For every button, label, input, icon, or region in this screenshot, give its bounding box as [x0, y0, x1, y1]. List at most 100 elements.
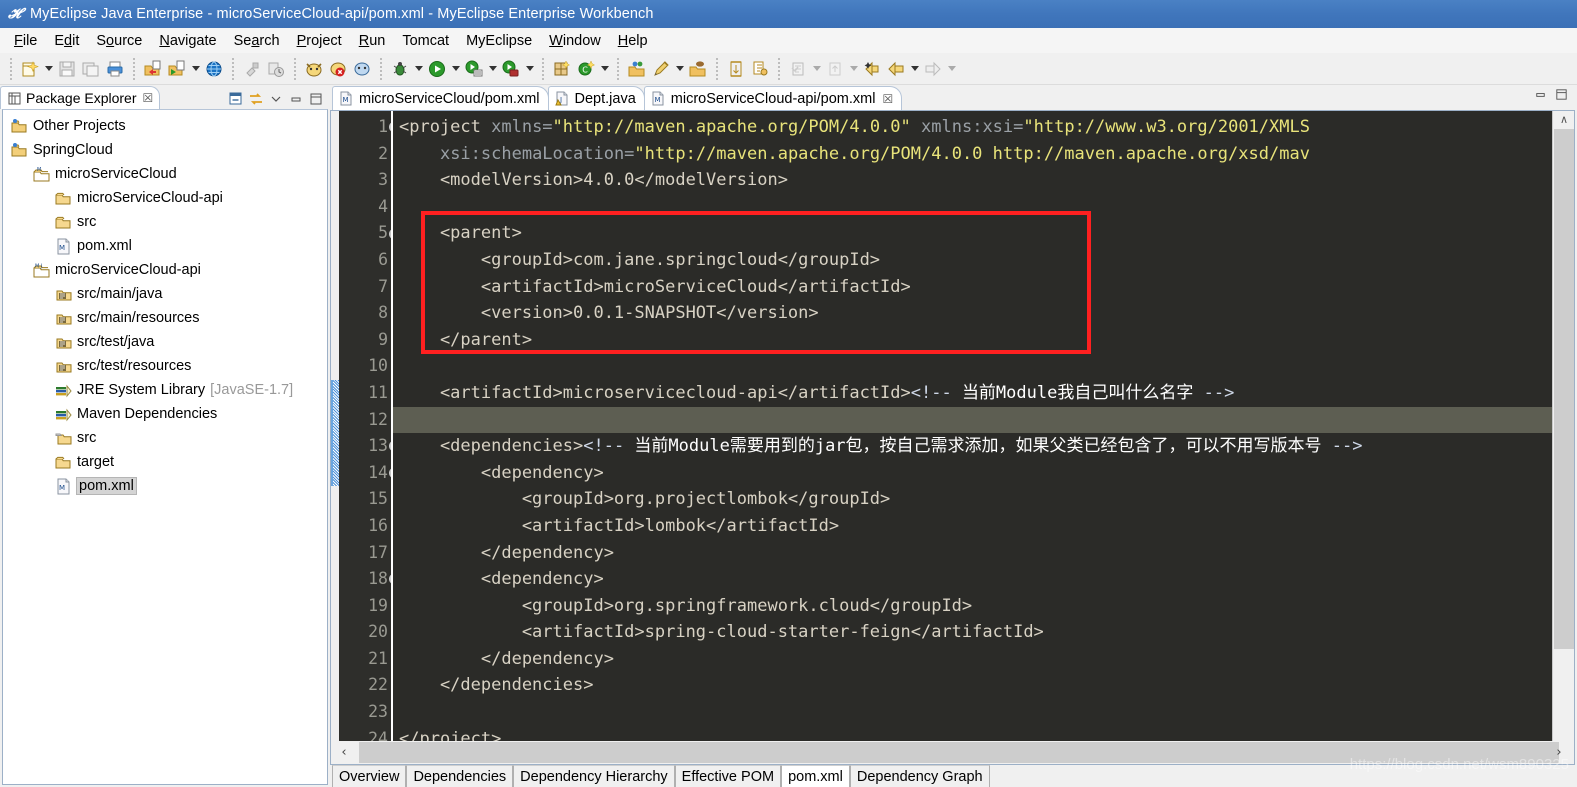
minimize-icon[interactable] — [287, 90, 304, 107]
tree-item-target[interactable]: target — [3, 450, 327, 474]
menu-navigate[interactable]: Navigate — [151, 31, 225, 51]
tab-package-explorer[interactable]: Package Explorer ☒ — [0, 86, 161, 109]
tree-item-src-main-resources[interactable]: src/main/resources — [3, 306, 327, 330]
code-line[interactable]: </project> — [393, 726, 1574, 741]
tree-item-other-projects[interactable]: Other Projects — [3, 114, 327, 138]
forward-history-icon[interactable] — [823, 57, 847, 81]
editor-tab-microservicecloud-api-pom-xml[interactable]: MmicroServiceCloud-api/pom.xml ☒ — [643, 86, 903, 110]
tomcat-restart-icon[interactable] — [350, 57, 374, 81]
menu-bar[interactable]: File Edit Source Navigate Search Project… — [0, 28, 1577, 53]
code-line[interactable]: </dependencies> — [393, 672, 1574, 699]
menu-tomcat[interactable]: Tomcat — [394, 31, 458, 51]
code-line[interactable]: <groupId>org.springframework.cloud</grou… — [393, 593, 1574, 620]
open-type-icon[interactable] — [625, 57, 649, 81]
main-toolbar[interactable]: C — [0, 53, 1577, 85]
close-icon[interactable]: ☒ — [143, 91, 154, 105]
export-dropdown-icon[interactable] — [189, 57, 202, 81]
code-line[interactable]: <dependency> — [393, 460, 1574, 487]
debug-dropdown-icon[interactable] — [412, 57, 425, 81]
coverage-dropdown-icon[interactable] — [523, 57, 536, 81]
pom-tab-dependency-hierarchy[interactable]: Dependency Hierarchy — [513, 765, 675, 787]
coverage-icon[interactable] — [499, 57, 523, 81]
menu-run[interactable]: Run — [351, 31, 395, 51]
code-line[interactable]: </dependency> — [393, 540, 1574, 567]
undo-build-icon[interactable] — [264, 57, 288, 81]
forward-nav-icon[interactable] — [921, 57, 945, 81]
horizontal-scroll-thumb[interactable] — [359, 742, 1559, 763]
tree-item-pom-xml[interactable]: Mpom.xml — [3, 234, 327, 258]
code-line[interactable]: <artifactId>microservicecloud-api</artif… — [393, 380, 1574, 407]
web-browser-icon[interactable] — [202, 57, 226, 81]
scroll-up-icon[interactable]: ∧ — [1553, 111, 1574, 128]
project-tree[interactable]: Other Projects SpringCloud MmicroServiceCl… — [2, 109, 328, 785]
tree-item-src[interactable]: src — [3, 426, 327, 450]
run-dropdown-icon[interactable] — [449, 57, 462, 81]
code-line[interactable] — [393, 194, 1574, 221]
editor-tab-row[interactable]: MmicroServiceCloud/pom.xml J Dept.java Mmic… — [330, 85, 1577, 110]
print-icon[interactable] — [103, 57, 127, 81]
back-nav-icon[interactable] — [884, 57, 908, 81]
maximize-icon[interactable] — [307, 90, 324, 107]
vertical-scroll-thumb[interactable] — [1554, 129, 1574, 649]
tree-item-maven-dependencies[interactable]: Maven Dependencies — [3, 402, 327, 426]
menu-myeclipse[interactable]: MyEclipse — [458, 31, 541, 51]
scroll-right-icon[interactable]: › — [1548, 741, 1570, 764]
next-annotation-icon[interactable] — [724, 57, 748, 81]
pom-editor-tabs[interactable]: Overview Dependencies Dependency Hierarchy… — [330, 765, 1575, 787]
code-line[interactable]: <dependencies><!-- 当前Module需要用到的jar包，按自己… — [393, 433, 1574, 460]
export-run-icon[interactable] — [165, 57, 189, 81]
tree-item-src-test-java[interactable]: src/test/java — [3, 330, 327, 354]
menu-source[interactable]: Source — [88, 31, 151, 51]
menu-project[interactable]: Project — [289, 31, 351, 51]
code-line[interactable]: <parent> — [393, 220, 1574, 247]
tomcat-stop-icon[interactable] — [326, 57, 350, 81]
code-line[interactable]: <version>0.0.1-SNAPSHOT</version> — [393, 300, 1574, 327]
import-icon[interactable] — [141, 57, 165, 81]
editor-minimize-icon[interactable] — [1533, 87, 1548, 107]
pom-tab-pom-xml[interactable]: pom.xml — [781, 765, 850, 787]
collapse-all-icon[interactable] — [227, 90, 244, 107]
code-line[interactable]: <artifactId>spring-cloud-starter-feign</… — [393, 619, 1574, 646]
menu-search[interactable]: Search — [226, 31, 289, 51]
menu-file[interactable]: File — [6, 31, 46, 51]
previous-annotation-icon[interactable] — [748, 57, 772, 81]
code-line[interactable]: <dependency> — [393, 566, 1574, 593]
menu-window[interactable]: Window — [541, 31, 610, 51]
link-with-editor-icon[interactable] — [247, 90, 264, 107]
pom-tab-dependencies[interactable]: Dependencies — [406, 765, 514, 787]
debug-icon[interactable] — [388, 57, 412, 81]
new-java-package-icon[interactable] — [550, 57, 574, 81]
build-icon[interactable] — [240, 57, 264, 81]
code-line[interactable]: <artifactId>microServiceCloud</artifactI… — [393, 274, 1574, 301]
new-class-dropdown-icon[interactable] — [598, 57, 611, 81]
editor-tab-close-icon[interactable]: ☒ — [882, 92, 893, 106]
editor-maximize-icon[interactable] — [1554, 87, 1569, 107]
code-line[interactable]: <modelVersion>4.0.0</modelVersion> — [393, 167, 1574, 194]
last-edit-location-icon[interactable] — [786, 57, 810, 81]
tree-item-jre-system-library[interactable]: JRE System Library [JavaSE-1.7] — [3, 378, 327, 402]
forward-nav-dropdown-icon[interactable] — [945, 57, 958, 81]
code-line[interactable]: <project xmlns="http://maven.apache.org/… — [393, 114, 1574, 141]
new-wizard-icon[interactable] — [18, 57, 42, 81]
pom-tab-overview[interactable]: Overview — [332, 765, 407, 787]
tree-item-microservicecloud-api[interactable]: microServiceCloud-api — [3, 186, 327, 210]
pom-tab-effective-pom[interactable]: Effective POM — [674, 765, 782, 787]
code-line[interactable]: <groupId>org.projectlombok</groupId> — [393, 486, 1574, 513]
tree-item-src[interactable]: src — [3, 210, 327, 234]
open-resource-icon[interactable] — [686, 57, 710, 81]
vertical-scrollbar[interactable]: ∧ — [1552, 111, 1574, 741]
tomcat-run-icon[interactable] — [302, 57, 326, 81]
tree-item-pom-xml[interactable]: Mpom.xml — [3, 474, 327, 498]
run-icon[interactable] — [425, 57, 449, 81]
save-all-icon[interactable] — [79, 57, 103, 81]
code-line[interactable]: <groupId>com.jane.springcloud</groupId> — [393, 247, 1574, 274]
editor-tab-dept-java[interactable]: J Dept.java — [547, 86, 645, 110]
back-arrow-icon[interactable] — [860, 57, 884, 81]
code-line[interactable]: </dependency> — [393, 646, 1574, 673]
search-icon[interactable] — [649, 57, 673, 81]
code-line[interactable]: xsi:schemaLocation="http://maven.apache.… — [393, 141, 1574, 168]
search-dropdown-icon[interactable] — [673, 57, 686, 81]
code-editor[interactable]: 1 2 3 4 5 6 7 8 9 10 11 12 13 14 15 16 17 18 19 20 21 22 23 24 … — [330, 110, 1575, 741]
view-menu-icon[interactable] — [267, 90, 284, 107]
pom-tab-dependency-graph[interactable]: Dependency Graph — [849, 765, 990, 787]
